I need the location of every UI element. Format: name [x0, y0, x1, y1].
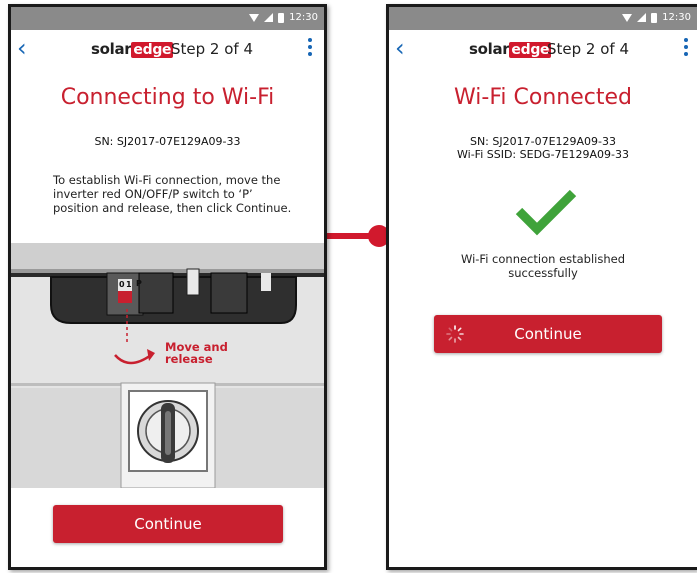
page-title: Wi-Fi Connected — [454, 85, 632, 110]
status-bar: 12:30 — [389, 7, 697, 30]
back-chevron-icon[interactable]: ‹ — [17, 36, 27, 60]
wifi-ssid: Wi-Fi SSID: SEDG-7E129A09-33 — [457, 148, 629, 161]
spinner-icon — [446, 325, 464, 343]
move-release-annotation: Move and release — [165, 340, 228, 366]
solaredge-logo: solar edge — [91, 40, 174, 58]
success-message: Wi-Fi connection established successfull… — [460, 252, 626, 280]
battery-icon — [651, 12, 658, 23]
overflow-menu-icon[interactable] — [308, 38, 312, 56]
switch-label-p: P — [136, 279, 142, 288]
wifi-icon — [249, 13, 260, 22]
check-icon — [515, 189, 577, 236]
continue-button[interactable]: Continue — [53, 505, 283, 543]
phone-screen-connecting: 12:30 ‹ solar edge Step 2 of 4 Connecting… — [8, 4, 327, 570]
battery-icon — [278, 12, 285, 23]
app-bar: ‹ solar edge Step 2 of 4 — [389, 30, 697, 68]
instructions-text: To establish Wi-Fi connection, move the … — [53, 173, 292, 215]
page-title: Connecting to Wi-Fi — [60, 85, 275, 110]
app-bar: ‹ solar edge Step 2 of 4 — [11, 30, 324, 68]
solaredge-logo: solar edge — [469, 40, 552, 58]
step-indicator: Step 2 of 4 — [547, 40, 630, 58]
back-chevron-icon[interactable]: ‹ — [395, 36, 405, 60]
continue-button[interactable]: Continue — [434, 315, 662, 353]
signal-icon — [264, 13, 274, 22]
overflow-menu-icon[interactable] — [684, 38, 688, 56]
status-time: 12:30 — [662, 12, 691, 23]
status-bar: 12:30 — [11, 7, 324, 30]
switch-label-1: 1 — [126, 280, 132, 289]
serial-number: SN: SJ2017-07E129A09-33 — [469, 135, 617, 148]
step-indicator: Step 2 of 4 — [171, 40, 254, 58]
switch-label-0: 0 — [119, 280, 125, 289]
status-time: 12:30 — [289, 12, 318, 23]
phone-screen-connected: 12:30 ‹ solar edge Step 2 of 4 Wi-Fi Conn… — [386, 4, 697, 570]
serial-number: SN: SJ2017-07E129A09-33 — [94, 135, 241, 148]
signal-icon — [637, 13, 647, 22]
wifi-icon — [622, 13, 633, 22]
